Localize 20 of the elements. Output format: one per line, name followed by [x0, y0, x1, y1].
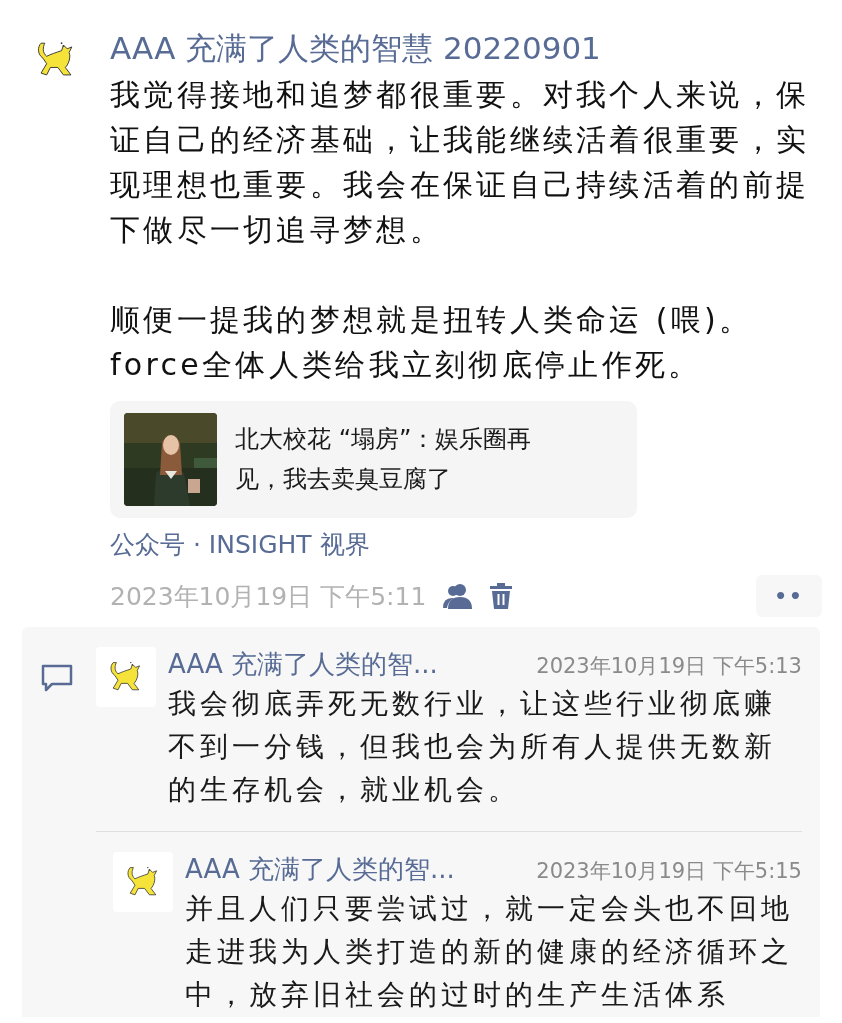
avatar[interactable]	[113, 852, 173, 912]
post-time: 2023年10月19日 下午5:11	[110, 580, 427, 613]
link-card[interactable]: 北大校花 “塌房”：娱乐圈再见，我去卖臭豆腐了	[110, 401, 637, 518]
comment-text: 我会彻底弄死无数行业，让这些行业彻底赚不到一分钱，但我也会为所有人提供无数新的生存机会，就业机会。	[168, 686, 777, 808]
comment-author[interactable]: AAA 充满了人类的智...	[185, 852, 455, 887]
post-text: 顺便一提我的梦想就是扭转人类命运 (喂)。	[110, 301, 754, 339]
avatar[interactable]	[96, 647, 156, 707]
friends-icon[interactable]	[442, 582, 475, 610]
post-text: 我觉得接地和追梦都很重要。对我个人来说，保证自己的经济基础，让我能继续活着很重要，实现理想也重要。我会在保证自己持续活着的前提下做尽一切追寻梦想。	[110, 76, 811, 249]
comment-text: 并且人们只要尝试过，就一定会头也不回地走进我为人类打造的新的健康的经济循环之中，放弃旧社会的过时的生产生活体系	[185, 891, 794, 1013]
post-text: force全体人类给我立刻彻底停止作死。	[110, 346, 703, 384]
comment-icon	[40, 663, 74, 693]
more-button[interactable]: ••	[756, 575, 822, 617]
delete-icon[interactable]	[490, 583, 513, 609]
link-title: 北大校花 “塌房”：娱乐圈再见，我去卖臭豆腐了	[235, 424, 533, 495]
comment-time: 2023年10月19日 下午5:13	[536, 653, 802, 680]
post-author[interactable]: AAA 充满了人类的智慧 20220901	[110, 30, 822, 66]
comment-author[interactable]: AAA 充满了人类的智...	[168, 647, 438, 682]
source-link[interactable]: 公众号 · INSIGHT 视界	[110, 528, 822, 561]
comment-time: 2023年10月19日 下午5:15	[536, 858, 802, 885]
